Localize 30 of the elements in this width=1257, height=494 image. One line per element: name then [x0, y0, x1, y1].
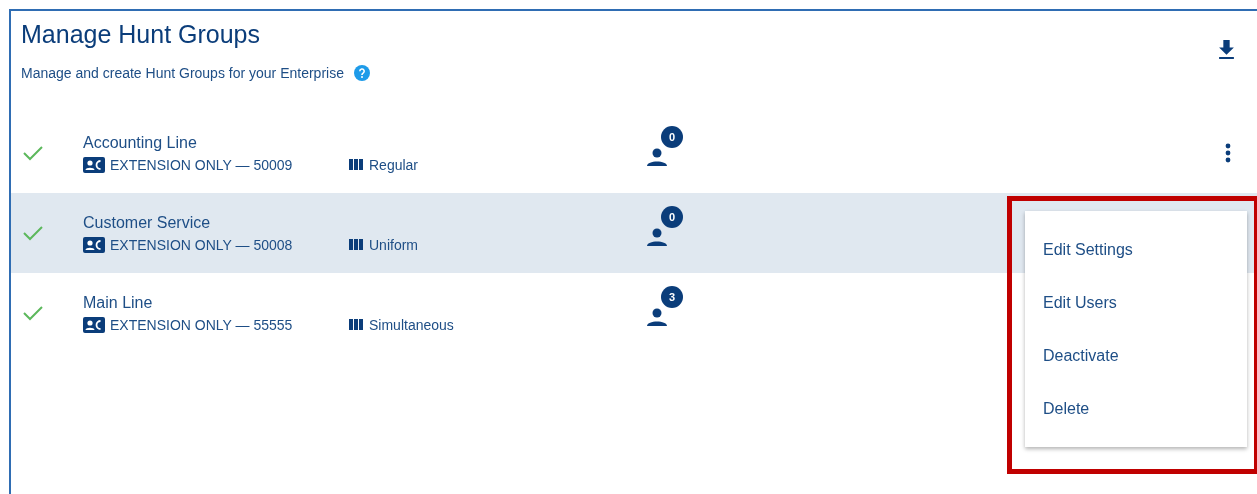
routing-policy: Simultaneous: [369, 316, 454, 333]
columns-icon: [349, 159, 363, 170]
menu-item[interactable]: Edit Users: [1025, 276, 1247, 329]
columns-icon: [349, 319, 363, 330]
download-icon[interactable]: [1218, 40, 1235, 59]
contact-card-icon: [83, 236, 105, 253]
menu-item[interactable]: Edit Settings: [1025, 223, 1247, 276]
columns-icon: [349, 239, 363, 250]
menu-item[interactable]: Delete: [1025, 382, 1247, 435]
routing-policy: Regular: [369, 156, 419, 173]
user-count-badge: 3: [661, 286, 683, 308]
more-options-icon[interactable]: [1225, 143, 1231, 163]
contact-card-icon: [83, 156, 105, 173]
user-count-badge: 0: [661, 126, 683, 148]
user-count-badge: 0: [661, 206, 683, 228]
page-subtitle: Manage and create Hunt Groups for your Enterprise: [21, 65, 344, 81]
person-icon: [647, 308, 667, 326]
contact-card-icon: [83, 316, 105, 333]
group-name[interactable]: Accounting Line: [83, 133, 643, 152]
help-icon[interactable]: [353, 65, 370, 81]
extension-number: EXTENSION ONLY — 55555: [110, 316, 293, 333]
person-icon: [647, 228, 667, 246]
routing-policy: Uniform: [369, 236, 418, 253]
extension-number: EXTENSION ONLY — 50009: [110, 156, 293, 173]
group-name[interactable]: Customer Service: [83, 213, 643, 232]
page-title: Manage Hunt Groups: [21, 19, 262, 49]
group-name[interactable]: Main Line: [83, 293, 643, 312]
extension-number: EXTENSION ONLY — 50008: [110, 236, 293, 253]
menu-item[interactable]: Deactivate: [1025, 329, 1247, 382]
person-icon: [647, 148, 667, 166]
